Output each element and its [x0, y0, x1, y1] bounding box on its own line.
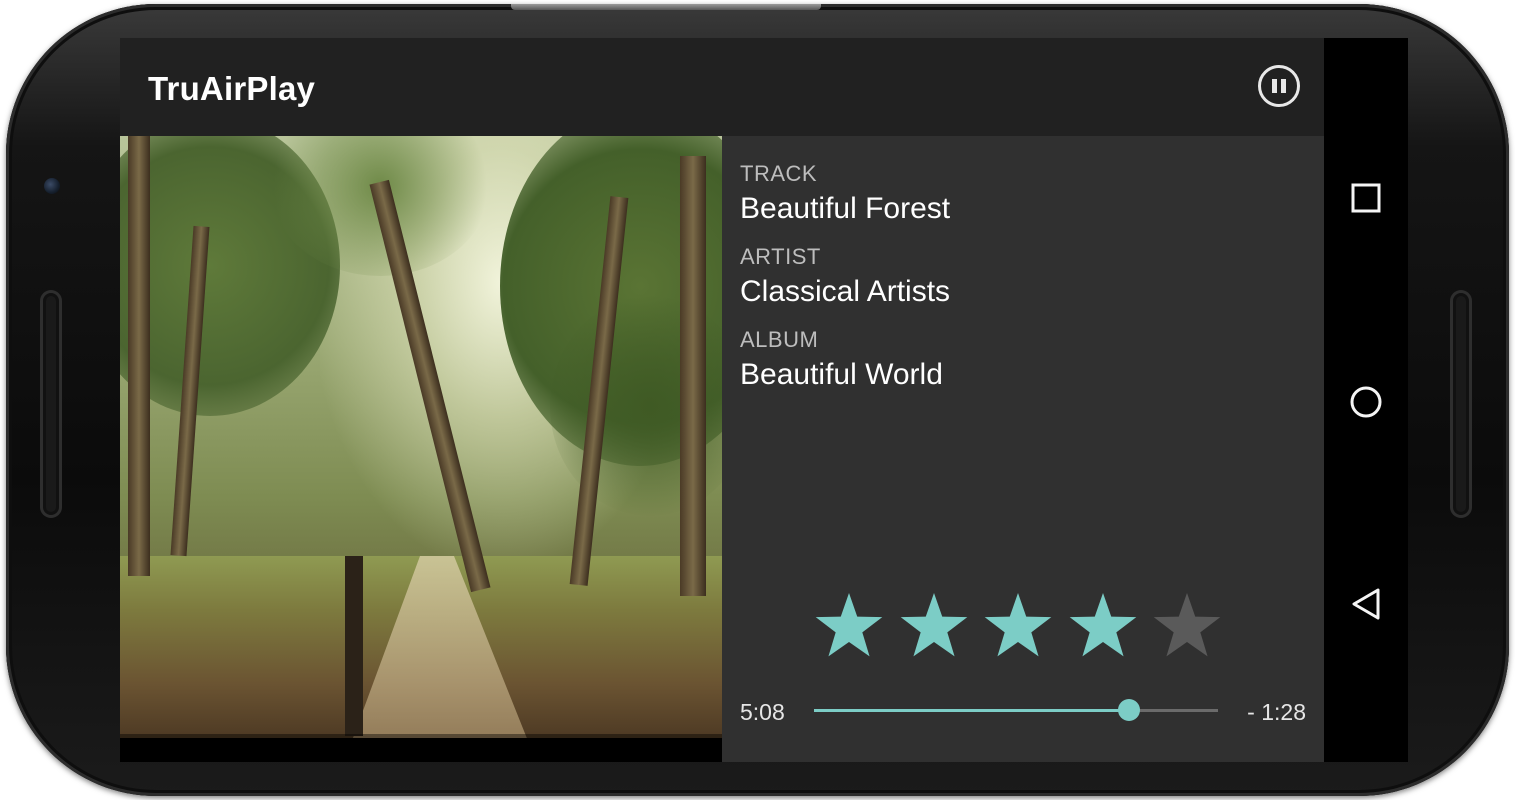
seek-bar[interactable] — [814, 699, 1218, 721]
power-button — [511, 4, 821, 10]
seek-bar-thumb[interactable] — [1118, 699, 1141, 721]
left-speaker-grille — [40, 290, 62, 518]
album-label: ALBUM — [740, 327, 819, 352]
rating-star-4[interactable] — [1068, 592, 1138, 662]
seek-bar-progress — [814, 709, 1130, 712]
circle-home-icon[interactable] — [1348, 384, 1384, 420]
system-nav-bar — [1324, 38, 1408, 762]
playback-controls — [120, 734, 722, 738]
album-art — [120, 136, 722, 738]
track-label: TRACK — [740, 161, 818, 186]
rating-star-1[interactable] — [814, 592, 884, 662]
right-speaker-grille — [1450, 290, 1472, 518]
rating-star-2[interactable] — [899, 592, 969, 662]
action-bar: TruAirPlay — [120, 38, 1324, 136]
screen: TruAirPlay TRACK Beautiful Forest ARTIST… — [120, 38, 1408, 762]
app-title: TruAirPlay — [148, 70, 316, 107]
remaining-time: - 1:28 — [1247, 699, 1306, 725]
pause-circle-icon[interactable] — [1258, 65, 1300, 107]
artist-label: ARTIST — [740, 244, 821, 269]
album-value: Beautiful World — [740, 358, 943, 391]
artist-value: Classical Artists — [740, 275, 951, 308]
front-camera — [44, 178, 60, 194]
rating-stars — [814, 592, 1234, 662]
rating-star-5[interactable] — [1152, 592, 1222, 662]
rating-star-3[interactable] — [983, 592, 1053, 662]
track-info-panel: TRACK Beautiful Forest ARTIST Classical … — [722, 136, 1324, 762]
square-recents-icon[interactable] — [1348, 180, 1384, 216]
triangle-back-icon[interactable] — [1348, 586, 1384, 622]
elapsed-time: 5:08 — [740, 699, 785, 725]
track-value: Beautiful Forest — [740, 192, 951, 225]
